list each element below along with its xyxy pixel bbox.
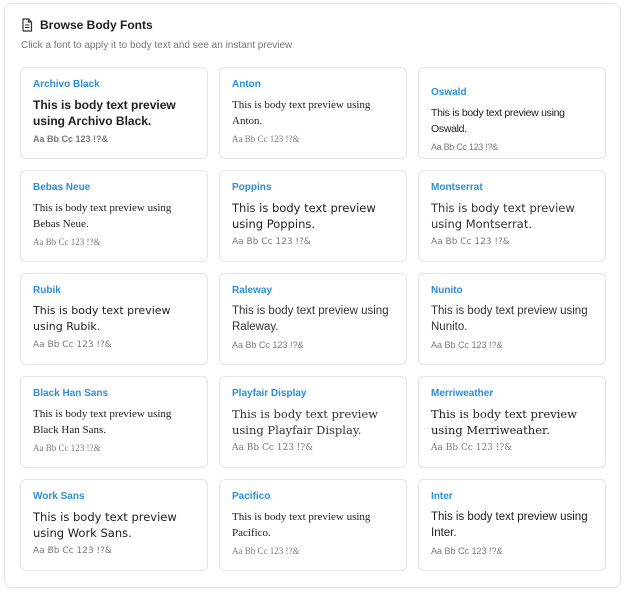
panel-header: Browse Body Fonts Click a font to apply … [21,18,292,51]
font-name: Pacifico [232,491,271,502]
font-sample-text: Aa Bb Cc 123 !?& [33,134,109,144]
font-name: Inter [431,491,453,502]
title-row: Browse Body Fonts [21,18,292,32]
font-card-playfair-display[interactable]: Playfair Display This is body text previ… [219,376,407,468]
font-preview-text: This is body text preview using Poppins. [232,201,376,231]
font-name: Work Sans [33,491,85,502]
font-preview-text: This is body text preview using Merriwea… [431,407,578,437]
font-name: Playfair Display [232,388,307,399]
font-preview-text: This is body text preview using Playfair… [232,407,379,437]
font-card-poppins[interactable]: Poppins This is body text preview using … [219,170,407,262]
font-name: Bebas Neue [33,182,91,193]
font-card-montserrat[interactable]: Montserrat This is body text preview usi… [418,170,606,262]
font-preview-text: This is body text preview using Archivo … [33,98,176,128]
font-preview-text: This is body text preview using Black Ha… [33,408,172,436]
font-name: Raleway [232,285,273,296]
font-name: Merriweather [431,388,494,399]
font-card-oswald[interactable]: Oswald This is body text preview using O… [418,67,606,159]
font-preview-text: This is body text preview using Rubik. [33,304,171,333]
font-card-black-han-sans[interactable]: Black Han Sans This is body text preview… [20,376,208,468]
page-title: Browse Body Fonts [40,18,153,32]
font-sample-text: Aa Bb Cc 123 !?& [232,237,311,247]
font-sample-text: Aa Bb Cc 123 !?& [33,237,101,247]
font-name: Poppins [232,182,272,193]
font-sample-text: Aa Bb Cc 123 !?& [232,546,300,556]
font-sample-text: Aa Bb Cc 123 !?& [232,340,304,350]
font-card-grid: Archivo Black This is body text preview … [20,67,607,572]
font-sample-text: Aa Bb Cc 123 !?& [232,134,300,144]
font-card-inter[interactable]: Inter This is body text preview using In… [418,479,606,571]
page-subtitle: Click a font to apply it to body text an… [21,40,293,51]
document-icon [21,18,33,32]
font-name: Archivo Black [33,79,100,90]
font-name: Black Han Sans [33,388,109,399]
font-name: Oswald [431,87,467,98]
font-name: Anton [232,79,261,90]
font-preview-text: This is body text preview using Raleway. [232,305,389,333]
font-card-pacifico[interactable]: Pacifico This is body text preview using… [219,479,407,571]
font-sample-text: Aa Bb Cc 123 !?& [431,443,513,453]
font-sample-text: Aa Bb Cc 123 !?& [431,142,498,152]
font-sample-text: Aa Bb Cc 123 !?& [431,546,503,556]
font-sample-text: Aa Bb Cc 123 !?& [431,237,510,247]
font-preview-text: This is body text preview using Inter. [431,511,588,539]
font-sample-text: Aa Bb Cc 123 !?& [431,340,503,350]
font-name: Rubik [33,285,61,296]
font-preview-text: This is body text preview using Work San… [33,510,177,540]
font-card-raleway[interactable]: Raleway This is body text preview using … [219,273,407,365]
font-preview-text: This is body text preview using Oswald. [431,107,565,135]
font-preview-text: This is body text preview using Pacifico… [232,511,371,539]
font-sample-text: Aa Bb Cc 123 !?& [33,546,112,556]
font-preview-text: This is body text preview using Bebas Ne… [33,202,172,230]
font-card-anton[interactable]: Anton This is body text preview using An… [219,67,407,159]
font-preview-text: This is body text preview using Nunito. [431,305,588,333]
font-sample-text: Aa Bb Cc 123 !?& [33,443,101,453]
font-card-nunito[interactable]: Nunito This is body text preview using N… [418,273,606,365]
font-browser-panel: Browse Body Fonts Click a font to apply … [4,3,621,588]
font-card-bebas-neue[interactable]: Bebas Neue This is body text preview usi… [20,170,208,262]
font-name: Montserrat [431,182,483,193]
font-name: Nunito [431,285,463,296]
font-card-archivo-black[interactable]: Archivo Black This is body text preview … [20,67,208,159]
font-card-work-sans[interactable]: Work Sans This is body text preview usin… [20,479,208,571]
font-sample-text: Aa Bb Cc 123 !?& [33,340,112,350]
font-sample-text: Aa Bb Cc 123 !?& [232,443,314,453]
font-preview-text: This is body text preview using Montserr… [431,201,575,231]
font-card-rubik[interactable]: Rubik This is body text preview using Ru… [20,273,208,365]
font-preview-text: This is body text preview using Anton. [232,99,371,127]
font-card-merriweather[interactable]: Merriweather This is body text preview u… [418,376,606,468]
